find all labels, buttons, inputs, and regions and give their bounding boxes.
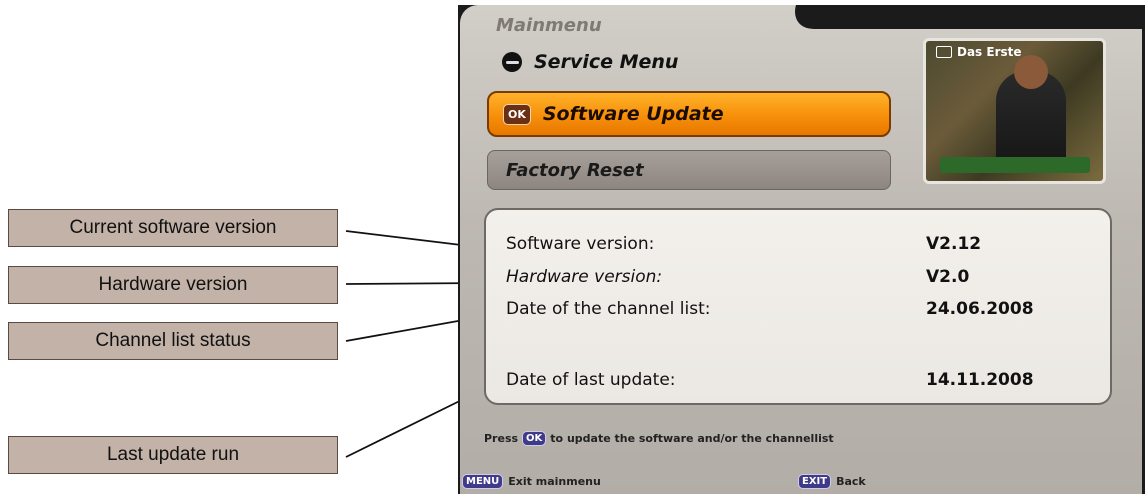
service-menu-heading: Service Menu [502, 51, 678, 73]
hint-text: to update the software and/or the channe… [550, 432, 834, 445]
menu-key-icon: MENU [462, 474, 504, 489]
info-row-last-update: Date of last update: 14.11.2008 [506, 370, 1090, 390]
software-update-button[interactable]: OK Software Update [487, 91, 891, 137]
ok-key-icon: OK [503, 103, 531, 125]
info-label: Software version: [506, 234, 655, 254]
version-info-box: Software version: V2.12 Hardware version… [484, 208, 1112, 405]
channel-label: Das Erste [957, 45, 1022, 59]
channel-name: Das Erste [936, 45, 1022, 59]
hint-prefix: Press [484, 432, 519, 445]
menu-panel: Mainmenu Service Menu OK Software Update… [460, 5, 1145, 494]
footer-menu[interactable]: MENU Exit mainmenu [462, 474, 601, 489]
info-row-hardware: Hardware version: V2.0 [506, 267, 1090, 287]
footer-exit-label: Back [836, 475, 866, 488]
back-icon [502, 52, 522, 72]
factory-reset-button[interactable]: Factory Reset [487, 150, 891, 190]
footer-menu-label: Exit mainmenu [508, 475, 601, 488]
service-menu-label: Service Menu [534, 51, 679, 73]
tv-icon [936, 46, 952, 58]
factory-reset-label: Factory Reset [506, 159, 644, 181]
info-value: V2.12 [926, 234, 982, 254]
panel-notch [784, 5, 1145, 29]
info-row-software: Software version: V2.12 [506, 234, 1090, 254]
info-row-channel-list: Date of the channel list: 24.06.2008 [506, 299, 1090, 319]
lower-third-bar [940, 157, 1090, 173]
menu-title: Mainmenu [496, 15, 602, 36]
help-hint: Press OK to update the software and/or t… [484, 431, 834, 446]
ok-key-icon: OK [522, 431, 547, 446]
info-value: 24.06.2008 [926, 299, 1034, 319]
info-value: 14.11.2008 [926, 370, 1034, 390]
exit-key-icon: EXIT [798, 474, 832, 489]
channel-preview: Das Erste [923, 38, 1106, 184]
info-label: Date of the channel list: [506, 299, 711, 319]
software-update-label: Software Update [542, 103, 724, 125]
info-label: Date of last update: [506, 370, 676, 390]
info-value: V2.0 [926, 267, 970, 287]
preview-head [1014, 55, 1048, 89]
info-label: Hardware version: [506, 267, 663, 287]
footer-exit[interactable]: EXIT Back [798, 474, 866, 489]
tv-screen: Mainmenu Service Menu OK Software Update… [458, 5, 1145, 494]
